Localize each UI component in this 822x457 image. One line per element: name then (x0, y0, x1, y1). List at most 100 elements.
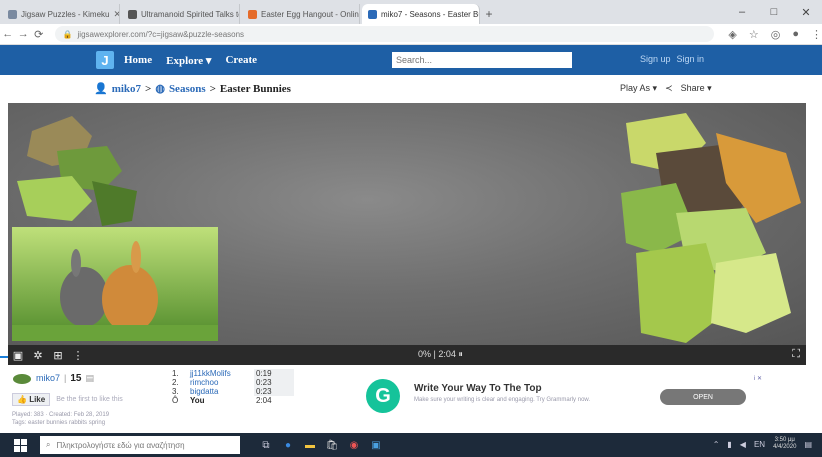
play-as-dropdown[interactable]: Play As ▾ (620, 83, 657, 94)
like-button[interactable]: 👍 Like (12, 393, 51, 406)
tab-favicon-icon (368, 9, 377, 19)
back-arrow-icon[interactable]: ← (0, 28, 16, 40)
browser-tab[interactable]: Ultramanoid Spirited Talks to ✕ (122, 4, 240, 24)
tab-label: Ultramanoid Spirited Talks to (141, 9, 240, 19)
breadcrumb-section-link[interactable]: Seasons (169, 83, 206, 95)
star-icon[interactable]: ☆ (749, 28, 759, 41)
task-view-icon[interactable]: ⧉ (258, 437, 274, 453)
image-preview-icon[interactable]: ▣ (8, 349, 28, 362)
browser-tab-active[interactable]: miko7 - Seasons - Easter Bunnies ✕ (362, 4, 480, 24)
leaderboard-row: 1. jj11kkMolifs 0:19 (172, 369, 294, 378)
edge-icon[interactable]: ● (280, 437, 296, 453)
ad-choices-icon[interactable]: i ✕ (754, 375, 762, 382)
creator-box: miko7 | 15 ▤ 👍 Like Be the first to like… (12, 371, 162, 427)
ad-description: Make sure your writing is clear and enga… (414, 397, 591, 403)
advertisement[interactable]: G Write Your Way To The Top Make sure yo… (360, 371, 790, 425)
browser-tab[interactable]: Easter Egg Hangout - Online Jig ✕ (242, 4, 360, 24)
search-icon: ⌕ (46, 440, 51, 449)
store-icon[interactable]: 🛍 (324, 437, 340, 453)
leaderboard-row: 2. rimchoo 0:23 (172, 378, 294, 387)
puzzle-count: 15 (70, 372, 82, 384)
tray-arrow-icon[interactable]: ⌃ (713, 440, 720, 449)
grammarly-logo-icon: G (366, 379, 400, 413)
tab-label: Easter Egg Hangout - Online Jig (261, 9, 359, 19)
taskbar-search[interactable]: ⌕ Πληκτρολογήστε εδώ για αναζήτηση (40, 436, 240, 454)
close-window-button[interactable]: ✕ (790, 0, 822, 24)
player-link[interactable]: bigdatta (190, 387, 254, 396)
player-link[interactable]: jj11kkMolifs (190, 369, 254, 378)
breadcrumb: 👤 miko7 > ◍ Seasons > Easter Bunnies (94, 82, 291, 96)
ad-title[interactable]: Write Your Way To The Top (414, 383, 542, 394)
tab-favicon-icon (128, 9, 137, 19)
chrome-icon[interactable]: ◉ (346, 437, 362, 453)
language-icon[interactable]: EN (754, 440, 765, 449)
nav-home[interactable]: Home (124, 54, 152, 67)
bunny-photo-piece[interactable] (12, 227, 218, 341)
breadcrumb-separator: > (145, 82, 152, 95)
system-tray: ⌃ ▮ ◀ EN 3:50 μμ 4/4/2020 ▤ (713, 437, 812, 451)
windows-start-icon[interactable] (10, 435, 30, 455)
extension-icon[interactable]: ◈ (728, 28, 736, 41)
notifications-icon[interactable]: ▤ (804, 440, 812, 449)
breadcrumb-row: 👤 miko7 > ◍ Seasons > Easter Bunnies Pla… (0, 75, 822, 102)
avatar[interactable] (12, 371, 32, 385)
new-tab-button[interactable]: + (480, 4, 498, 24)
minimize-button[interactable]: – (726, 0, 758, 24)
browser-extensions: ◈ ☆ ◎ ● ⋮ (728, 28, 822, 41)
browser-tab-bar: Jigsaw Puzzles - Kimeku ✕ Ultramanoid Sp… (0, 0, 822, 24)
sign-in-link[interactable]: Sign in (677, 54, 705, 64)
reload-icon[interactable]: ⟳ (31, 28, 47, 41)
tab-favicon-icon (248, 9, 257, 19)
address-bar-row: ← → ⟳ 🔒 jigsawexplorer.com/?c=jigsaw&puz… (0, 24, 822, 45)
player-link[interactable]: rimchoo (190, 378, 254, 387)
leaderboard: 1. jj11kkMolifs 0:19 2. rimchoo 0:23 3. … (172, 369, 294, 405)
nav-explore[interactable]: Explore ▾ (166, 54, 211, 67)
tab-label: Jigsaw Puzzles - Kimeku (21, 9, 110, 19)
search-input[interactable] (392, 52, 572, 68)
tab-label: miko7 - Seasons - Easter Bunnies (381, 9, 479, 19)
close-icon[interactable]: ✕ (113, 9, 119, 20)
window-controls: – □ ✕ (726, 0, 822, 24)
network-icon[interactable]: ▮ (727, 440, 731, 449)
share-icon[interactable]: ≺ (665, 83, 673, 94)
progress-timer: 0% | 2:04 ⏸ (418, 349, 463, 359)
page-tools: Play As ▾ ≺ Share ▾ (620, 83, 712, 94)
tab-favicon-icon (8, 9, 17, 19)
puzzle-piece[interactable] (12, 111, 142, 231)
player-you: You (190, 396, 205, 405)
forward-arrow-icon[interactable]: → (16, 28, 32, 40)
extension-icon[interactable]: ◎ (771, 28, 781, 41)
breadcrumb-separator: > (209, 82, 216, 95)
folder-icon: ◍ (155, 83, 165, 95)
site-logo[interactable]: J (96, 51, 114, 69)
puzzle-board[interactable] (8, 103, 806, 345)
puzzle-piece[interactable] (616, 113, 806, 345)
volume-icon[interactable]: ◀ (740, 440, 746, 449)
more-icon[interactable]: ⋮ (68, 349, 88, 362)
menu-icon[interactable]: ⋮ (811, 28, 822, 41)
share-dropdown[interactable]: Share ▾ (681, 83, 712, 94)
maximize-button[interactable]: □ (758, 0, 790, 24)
url-field[interactable]: 🔒 jigsawexplorer.com/?c=jigsaw&puzzle-se… (54, 26, 715, 42)
nav-create[interactable]: Create (225, 54, 257, 67)
page-scroll-gutter (806, 103, 822, 365)
leaderboard-row: 3. bigdatta 0:23 (172, 387, 294, 396)
site-nav: Home Explore ▾ Create (124, 54, 257, 67)
taskbar: ⌕ Πληκτρολογήστε εδώ για αναζήτηση ⧉ ● ▬… (0, 433, 822, 457)
ad-open-button[interactable]: OPEN (660, 389, 746, 405)
app-icon[interactable]: ▣ (368, 437, 384, 453)
clock[interactable]: 3:50 μμ 4/4/2020 (773, 437, 796, 451)
breadcrumb-user-link[interactable]: miko7 (112, 83, 141, 95)
url-text: jigsawexplorer.com/?c=jigsaw&puzzle-seas… (77, 29, 245, 39)
sign-up-link[interactable]: Sign up (640, 54, 671, 64)
profile-icon[interactable]: ● (792, 28, 799, 41)
page-title: Easter Bunnies (219, 82, 291, 95)
browser-tab[interactable]: Jigsaw Puzzles - Kimeku ✕ (2, 4, 120, 24)
file-explorer-icon[interactable]: ▬ (302, 437, 318, 453)
settings-icon[interactable]: ✲ (28, 349, 48, 362)
fullscreen-icon[interactable]: ⛶ (792, 348, 800, 361)
puzzle-control-bar: ▣ ✲ ⊞ ⋮ 0% | 2:04 ⏸ ⛶ (8, 345, 806, 365)
document-icon: ▤ (85, 372, 94, 383)
creator-link[interactable]: miko7 (36, 373, 60, 383)
grid-icon[interactable]: ⊞ (48, 349, 68, 362)
